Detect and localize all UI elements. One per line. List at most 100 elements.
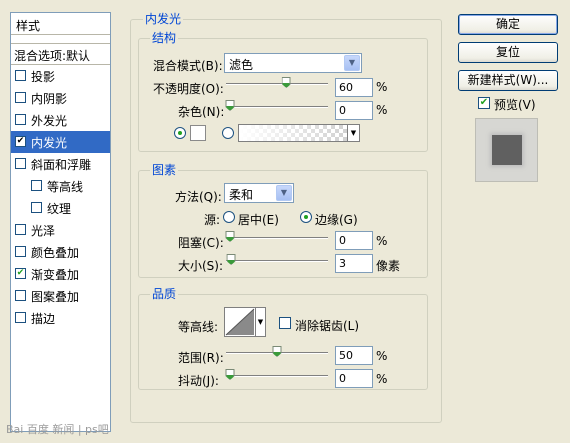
size-unit: 像素 xyxy=(376,259,401,273)
jitter-input[interactable]: 0 xyxy=(335,369,373,388)
style-item-label: 渐变叠加 xyxy=(31,268,80,282)
blend-mode-select[interactable]: 滤色 ▼ xyxy=(224,53,362,73)
style-item-label: 等高线 xyxy=(47,180,84,194)
preview-label[interactable]: 预览(V) xyxy=(494,96,536,113)
choke-slider[interactable] xyxy=(225,231,328,245)
opacity-slider-thumb[interactable] xyxy=(281,77,291,88)
size-label: 大小(S): xyxy=(178,259,224,273)
chevron-down-icon[interactable]: ▼ xyxy=(347,125,359,141)
style-item[interactable]: 内阴影 xyxy=(11,87,110,109)
gradient-radio[interactable] xyxy=(222,127,234,139)
style-item-checkbox[interactable]: ✔ xyxy=(15,136,26,147)
choke-slider-thumb[interactable] xyxy=(225,231,235,242)
style-item-checkbox[interactable] xyxy=(15,158,26,169)
style-item[interactable]: 投影 xyxy=(11,65,110,87)
reset-button[interactable]: 复位 xyxy=(458,42,558,63)
slider-track xyxy=(226,237,328,238)
style-item-label: 内阴影 xyxy=(31,92,68,106)
technique-select[interactable]: 柔和 ▼ xyxy=(224,183,294,203)
style-item-checkbox[interactable] xyxy=(15,70,26,81)
blend-mode-label: 混合模式(B): xyxy=(153,59,223,73)
chevron-down-icon[interactable]: ▼ xyxy=(276,185,292,201)
style-item-checkbox[interactable] xyxy=(31,202,42,213)
style-item-checkbox[interactable] xyxy=(31,180,42,191)
ok-button[interactable]: 确定 xyxy=(458,14,558,35)
noise-input[interactable]: 0 xyxy=(335,101,373,120)
blend-mode-value: 滤色 xyxy=(229,58,254,72)
chevron-down-icon[interactable]: ▼ xyxy=(344,55,360,71)
source-edge-label[interactable]: 边缘(G) xyxy=(315,211,358,228)
slider-track xyxy=(226,83,328,84)
range-slider[interactable] xyxy=(226,346,328,360)
style-item-label: 颜色叠加 xyxy=(31,246,80,260)
jitter-slider-thumb[interactable] xyxy=(225,369,235,380)
style-item[interactable]: 光泽 xyxy=(11,219,110,241)
slider-track xyxy=(226,375,328,376)
panel-title: 内发光 xyxy=(143,12,184,26)
style-item-label: 描边 xyxy=(31,312,56,326)
style-item-label: 斜面和浮雕 xyxy=(31,158,92,172)
noise-slider[interactable] xyxy=(225,100,328,114)
range-slider-thumb[interactable] xyxy=(272,346,282,357)
choke-input[interactable]: 0 xyxy=(335,231,373,250)
preview-checkbox[interactable]: ✔ xyxy=(478,97,490,109)
style-item-label: 图案叠加 xyxy=(31,290,80,304)
antialias-checkbox[interactable] xyxy=(279,317,291,329)
source-edge-radio[interactable] xyxy=(300,211,312,223)
contour-label: 等高线: xyxy=(178,320,219,334)
style-item-checkbox[interactable] xyxy=(15,114,26,125)
style-item-label: 内发光 xyxy=(31,136,68,150)
opacity-unit: % xyxy=(376,80,388,94)
style-item[interactable]: 斜面和浮雕 xyxy=(11,153,110,175)
style-item-checkbox[interactable]: ✔ xyxy=(15,268,26,279)
quality-title: 品质 xyxy=(150,287,179,301)
style-item-checkbox[interactable] xyxy=(15,290,26,301)
source-center-radio[interactable] xyxy=(223,211,235,223)
size-slider[interactable] xyxy=(226,254,328,268)
style-item-label: 光泽 xyxy=(31,224,56,238)
style-item[interactable]: ✔ 渐变叠加 xyxy=(11,263,110,285)
style-item-checkbox[interactable] xyxy=(15,246,26,257)
jitter-label: 抖动(J): xyxy=(178,374,219,388)
styles-list: 样式 混合选项:默认 投影内阴影外发光 ✔ 内发光斜面和浮雕等高线纹理光泽颜色叠加 ✔… xyxy=(10,12,111,432)
styles-header[interactable]: 样式 xyxy=(11,13,110,35)
size-input[interactable]: 3 xyxy=(335,254,373,273)
style-item-label: 投影 xyxy=(31,70,56,84)
technique-value: 柔和 xyxy=(229,188,254,202)
antialias-label[interactable]: 消除锯齿(L) xyxy=(295,317,359,334)
jitter-unit: % xyxy=(376,372,388,386)
chevron-down-icon[interactable]: ▼ xyxy=(255,308,265,336)
glow-gradient-picker[interactable]: ▼ xyxy=(238,124,360,142)
style-item[interactable]: 等高线 xyxy=(11,175,110,197)
style-item[interactable]: 描边 xyxy=(11,307,110,329)
noise-unit: % xyxy=(376,103,388,117)
style-item[interactable]: 外发光 xyxy=(11,109,110,131)
style-item-checkbox[interactable] xyxy=(15,312,26,323)
contour-preview-icon xyxy=(225,308,255,336)
contour-picker[interactable]: ▼ xyxy=(224,307,266,337)
opacity-slider[interactable] xyxy=(226,77,328,91)
structure-title: 结构 xyxy=(150,31,179,45)
preview-thumbnail xyxy=(492,135,522,165)
opacity-input[interactable]: 60 xyxy=(335,78,373,97)
range-unit: % xyxy=(376,349,388,363)
watermark: Bai 百度 新闻 | ps吧 xyxy=(6,423,109,436)
style-preview xyxy=(475,118,538,182)
style-item[interactable]: 纹理 xyxy=(11,197,110,219)
technique-label: 方法(Q): xyxy=(175,190,222,204)
style-item-checkbox[interactable] xyxy=(15,224,26,235)
style-item[interactable]: 图案叠加 xyxy=(11,285,110,307)
style-item-checkbox[interactable] xyxy=(15,92,26,103)
glow-color-swatch[interactable] xyxy=(190,125,206,141)
solid-color-radio[interactable] xyxy=(174,127,186,139)
new-style-button[interactable]: 新建样式(W)... xyxy=(458,70,558,91)
jitter-slider[interactable] xyxy=(225,369,328,383)
slider-track xyxy=(226,106,328,107)
size-slider-thumb[interactable] xyxy=(226,254,236,265)
blending-options-default[interactable]: 混合选项:默认 xyxy=(11,43,110,65)
style-item[interactable]: 颜色叠加 xyxy=(11,241,110,263)
range-input[interactable]: 50 xyxy=(335,346,373,365)
source-center-label[interactable]: 居中(E) xyxy=(238,211,279,228)
style-item[interactable]: ✔ 内发光 xyxy=(11,131,110,153)
noise-slider-thumb[interactable] xyxy=(225,100,235,111)
